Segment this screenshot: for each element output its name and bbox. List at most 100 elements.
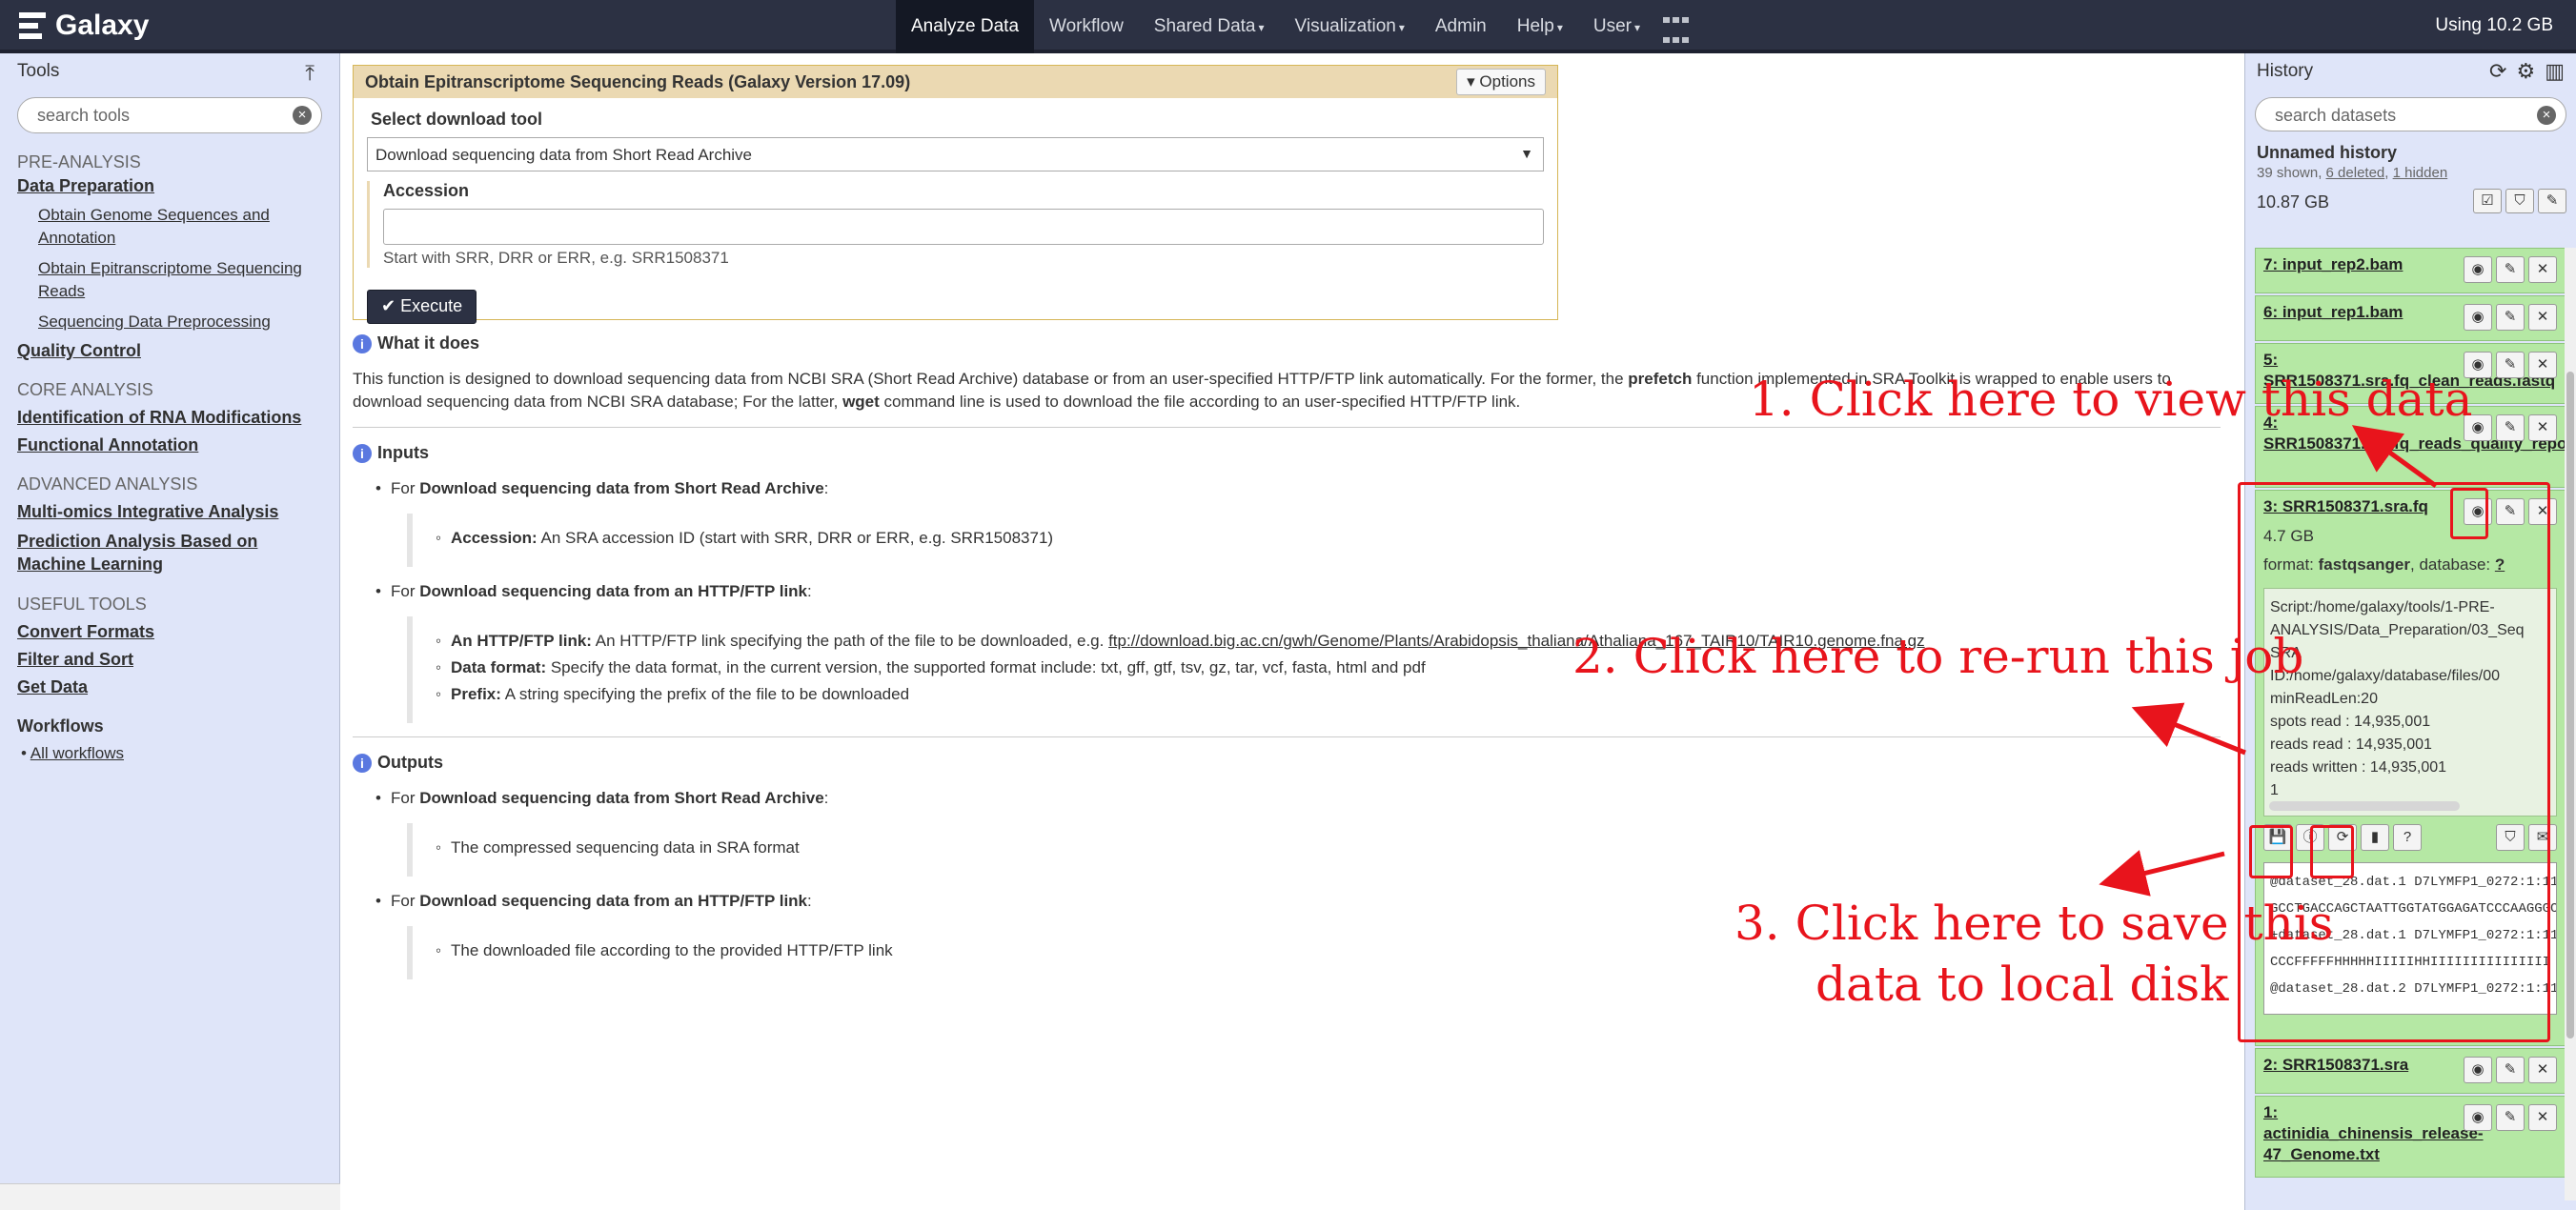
tool-group-functional-annotation[interactable]: Functional Annotation (17, 435, 322, 455)
hidden-link[interactable]: 1 hidden (2393, 165, 2448, 181)
tool-search-input[interactable]: search tools × (17, 97, 322, 133)
dataset-title[interactable]: 2: SRR1508371.sra (2263, 1055, 2464, 1076)
text-span: This function is designed to download se… (353, 370, 1629, 388)
nav-visualization[interactable]: Visualization ▾ (1280, 0, 1420, 53)
section-advanced-analysis: ADVANCED ANALYSIS (17, 474, 198, 494)
annotation-save-data-line2: data to local disk (1815, 957, 2229, 1012)
galaxy-brand[interactable]: Galaxy (19, 10, 149, 42)
tool-obtain-epitranscriptome-reads[interactable]: Obtain Epitranscriptome Sequencing Reads (38, 257, 322, 303)
history-size: 10.87 GB ☑ ⛉ ✎ (2257, 189, 2576, 213)
tool-obtain-genome[interactable]: Obtain Genome Sequences and Annotation (38, 204, 322, 250)
annotation-view-data: 1. Click here to view this data (1749, 372, 2473, 427)
accession-label: Accession (383, 181, 470, 200)
section-useful-tools: USEFUL TOOLS (17, 595, 147, 614)
all-workflows-link[interactable]: All workflows (30, 744, 124, 762)
text-span: command line is used to download the fil… (879, 393, 1521, 411)
clear-search-icon[interactable]: × (2537, 106, 2556, 125)
pencil-icon[interactable]: ✎ (2496, 1057, 2525, 1083)
dataset-title[interactable]: 7: input_rep2.bam (2263, 254, 2464, 275)
clear-search-icon[interactable]: × (293, 106, 312, 125)
delete-icon[interactable]: ✕ (2528, 1057, 2557, 1083)
item-bold: Prefix: (451, 685, 501, 703)
delete-icon[interactable]: ✕ (2528, 256, 2557, 283)
tool-group-convert-formats[interactable]: Convert Formats (17, 622, 322, 642)
nav-user[interactable]: User ▾ (1578, 0, 1655, 53)
scroll-thumb[interactable] (2566, 372, 2574, 1039)
dataset-buttons: ◉ ✎ ✕ (2464, 414, 2557, 441)
tool-group-prediction-ml[interactable]: Prediction Analysis Based on Machine Lea… (17, 530, 322, 575)
annotation-icon[interactable]: ✎ (2538, 189, 2566, 213)
http-bold: Download sequencing data from an HTTP/FT… (419, 892, 808, 910)
history-scrollbar[interactable] (2565, 248, 2576, 1200)
nav-shared-data[interactable]: Shared Data ▾ (1139, 0, 1280, 53)
tool-group-rna-modifications[interactable]: Identification of RNA Modifications (17, 408, 322, 428)
pencil-icon[interactable]: ✎ (2496, 352, 2525, 378)
upload-icon[interactable]: ⤒ (305, 61, 314, 86)
history-title: History (2257, 61, 2314, 81)
dataset-item[interactable]: 7: input_rep2.bam ◉ ✎ ✕ (2255, 248, 2566, 293)
nav-workflow[interactable]: Workflow (1034, 0, 1139, 53)
accession-hint: Start with SRR, DRR or ERR, e.g. SRR1508… (383, 249, 729, 267)
tool-group-filter-sort[interactable]: Filter and Sort (17, 650, 322, 670)
delete-icon[interactable]: ✕ (2528, 414, 2557, 441)
tool-group-data-preparation[interactable]: Data Preparation (17, 176, 322, 196)
delete-icon[interactable]: ✕ (2528, 1104, 2557, 1131)
dataset-buttons: ◉ ✎ ✕ (2464, 256, 2557, 283)
eye-icon[interactable]: ◉ (2464, 1104, 2492, 1131)
workflows-title: Workflows (17, 716, 104, 736)
text-span: : (807, 582, 812, 600)
dropdown-caret-icon: ▼ (1520, 146, 1533, 161)
tool-group-quality-control[interactable]: Quality Control (17, 341, 322, 361)
dataset-search-input[interactable]: search datasets × (2255, 97, 2566, 131)
accession-input[interactable] (383, 209, 1544, 245)
tool-group-get-data[interactable]: Get Data (17, 677, 322, 697)
tool-sequencing-preprocessing[interactable]: Sequencing Data Preprocessing (38, 311, 322, 333)
eye-icon[interactable]: ◉ (2464, 304, 2492, 331)
history-header-icons: ⟳ ⚙ ▥ (2489, 59, 2565, 84)
text-span: : (823, 479, 829, 497)
pencil-icon[interactable]: ✎ (2496, 414, 2525, 441)
dataset-title[interactable]: 1: actinidia_chinensis_release-47_Genome… (2263, 1102, 2484, 1165)
caret-down-icon: ▾ (1556, 21, 1563, 34)
deleted-link[interactable]: 6 deleted (2326, 165, 2385, 181)
outputs-heading: i Outputs (353, 751, 2230, 774)
dataset-item[interactable]: 6: input_rep1.bam ◉ ✎ ✕ (2255, 295, 2566, 341)
select-all-icon[interactable]: ☑ (2473, 189, 2502, 213)
eye-icon[interactable]: ◉ (2464, 1057, 2492, 1083)
item-bold: An HTTP/FTP link: (451, 632, 592, 650)
annotation-rerun-job: 2. Click here to re-run this job (1572, 629, 2304, 684)
nav-label: User (1592, 16, 1632, 36)
eye-icon[interactable]: ◉ (2464, 256, 2492, 283)
tags-icon[interactable]: ⛉ (2505, 189, 2534, 213)
tools-title: Tools (17, 61, 60, 81)
nav-admin[interactable]: Admin (1420, 0, 1502, 53)
history-name[interactable]: Unnamed history (2257, 143, 2576, 163)
nav-analyze-data[interactable]: Analyze Data (896, 0, 1035, 53)
download-tool-select[interactable]: Download sequencing data from Short Read… (367, 137, 1544, 171)
caret-down-icon: ▾ (1467, 72, 1475, 91)
gear-icon[interactable]: ⚙ (2516, 59, 2535, 84)
refresh-icon[interactable]: ⟳ (2489, 59, 2506, 84)
info-icon: i (353, 754, 372, 774)
execute-button[interactable]: ✔ Execute (367, 290, 477, 324)
horizontal-scrollbar[interactable] (0, 1183, 340, 1210)
divider (353, 427, 2221, 428)
apps-grid-icon[interactable] (1663, 17, 1689, 53)
nav-label: Shared Data (1153, 16, 1256, 36)
check-icon: ✔ (381, 296, 396, 315)
tool-group-multi-omics[interactable]: Multi-omics Integrative Analysis (17, 502, 322, 522)
pencil-icon[interactable]: ✎ (2496, 304, 2525, 331)
options-button[interactable]: ▾ Options (1456, 69, 1546, 95)
dataset-buttons: ◉ ✎ ✕ (2464, 1104, 2557, 1131)
dataset-item[interactable]: 2: SRR1508371.sra ◉ ✎ ✕ (2255, 1048, 2566, 1094)
options-label: Options (1479, 72, 1535, 91)
pencil-icon[interactable]: ✎ (2496, 256, 2525, 283)
dataset-item[interactable]: 1: actinidia_chinensis_release-47_Genome… (2255, 1096, 2566, 1178)
delete-icon[interactable]: ✕ (2528, 352, 2557, 378)
nav-help[interactable]: Help ▾ (1502, 0, 1578, 53)
columns-icon[interactable]: ▥ (2545, 59, 2565, 84)
dataset-title[interactable]: 6: input_rep1.bam (2263, 302, 2464, 323)
pencil-icon[interactable]: ✎ (2496, 1104, 2525, 1131)
delete-icon[interactable]: ✕ (2528, 304, 2557, 331)
heading-text: Outputs (377, 753, 443, 772)
